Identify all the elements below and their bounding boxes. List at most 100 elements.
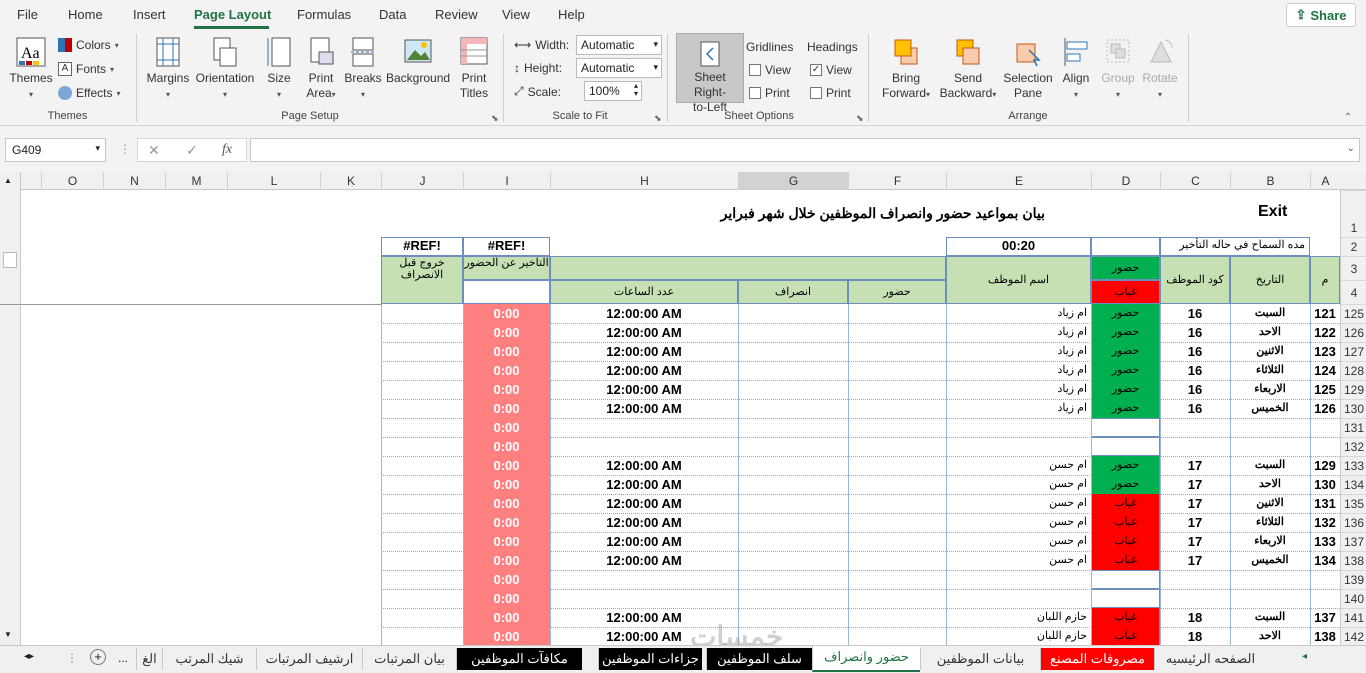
status-cell[interactable]: حضور [1091,361,1160,380]
collapse-ribbon-icon[interactable]: ⌃ [1344,112,1352,123]
row-header[interactable]: 136 [1341,513,1366,532]
late-cell[interactable]: 0:00 [463,513,550,532]
size-button[interactable]: Size ▾ [264,36,294,102]
sheet-tab[interactable]: بيانات الموظفين [920,648,1040,670]
late-cell[interactable]: 0:00 [463,532,550,551]
serial-cell[interactable]: 125 [1310,380,1340,399]
row-header[interactable]: 133 [1341,456,1366,475]
hours-cell[interactable]: 12:00:00 AM [550,304,738,323]
status-cell[interactable]: حضور [1091,456,1160,475]
sheet-tab[interactable]: الصفحه الرئيسيه [1154,648,1266,670]
hours-cell[interactable]: 12:00:00 AM [550,399,738,418]
status-cell[interactable]: غياب [1091,627,1160,646]
serial-cell[interactable]: 132 [1310,513,1340,532]
exit-button[interactable]: Exit [1258,203,1308,221]
headings-print-checkbox[interactable]: Print [810,86,851,100]
serial-cell[interactable] [1310,570,1340,589]
row-header[interactable]: 1 [1341,190,1366,237]
row-header[interactable]: 130 [1341,399,1366,418]
row-header[interactable]: 128 [1341,361,1366,380]
cancel-icon[interactable]: ✕ [148,142,160,159]
row-header[interactable]: 126 [1341,323,1366,342]
scroll-down-icon[interactable]: ▼ [4,630,12,639]
day-cell[interactable]: الخميس [1230,551,1310,570]
employee-code-cell[interactable]: 18 [1160,627,1230,646]
employee-name-cell[interactable]: ام حسن [946,475,1091,494]
bring-forward-button[interactable]: Bring Forward▾ [880,36,932,102]
align-button[interactable]: Align ▾ [1058,36,1094,102]
row-header[interactable]: 134 [1341,475,1366,494]
late-cell[interactable]: 0:00 [463,589,550,608]
insert-function-icon[interactable]: fx [222,142,232,158]
selection-pane-button[interactable]: Selection Pane [1002,36,1054,101]
serial-cell[interactable]: 121 [1310,304,1340,323]
select-all-corner[interactable] [21,172,41,190]
empty-cell[interactable] [463,280,550,304]
employee-code-cell[interactable]: 16 [1160,323,1230,342]
employee-name-cell[interactable]: ام حسن [946,551,1091,570]
row-header[interactable]: 140 [1341,589,1366,608]
sheet-tab[interactable]: شيك المرتب [162,648,256,670]
scale-launcher-icon[interactable]: ⬊ [654,113,662,124]
day-cell[interactable]: الاربعاء [1230,380,1310,399]
late-cell[interactable]: 0:00 [463,361,550,380]
status-cell[interactable]: حضور [1091,475,1160,494]
employee-code-cell[interactable]: 17 [1160,551,1230,570]
stepper-arrows-icon[interactable]: ▴ ▾ [634,82,638,98]
sheet-tab[interactable]: جزاءات الموظفين [598,648,702,670]
breaks-button[interactable]: Breaks ▾ [344,36,382,102]
ref-error-cell[interactable]: #REF! [381,237,463,256]
employee-name-cell[interactable]: ام حسن [946,513,1091,532]
employee-code-cell[interactable]: 17 [1160,532,1230,551]
tab-help[interactable]: Help [558,7,585,22]
colors-button[interactable]: Colors ▾ [58,38,119,52]
serial-cell[interactable]: 130 [1310,475,1340,494]
send-backward-button[interactable]: Send Backward▾ [936,36,1000,102]
employee-code-cell[interactable]: 17 [1160,494,1230,513]
day-cell[interactable]: السبت [1230,608,1310,627]
vertical-scrollbar[interactable]: ▲ ▼ [0,172,21,645]
row-header[interactable]: 141 [1341,608,1366,627]
late-cell[interactable]: 0:00 [463,608,550,627]
row-header[interactable]: 2 [1341,237,1366,256]
status-cell[interactable]: غياب [1091,494,1160,513]
page-setup-launcher-icon[interactable]: ⬊ [491,113,499,124]
grace-period-value[interactable]: 00:20 [946,237,1091,256]
column-header[interactable]: C [1160,172,1230,190]
serial-cell[interactable]: 137 [1310,608,1340,627]
column-header[interactable]: E [946,172,1091,190]
headings-view-checkbox[interactable]: ✓ View [810,63,852,77]
late-cell[interactable]: 0:00 [463,627,550,646]
status-cell[interactable]: حضور [1091,323,1160,342]
day-cell[interactable] [1230,437,1310,456]
employee-code-cell[interactable]: 16 [1160,304,1230,323]
status-cell[interactable]: حضور [1091,304,1160,323]
employee-name-cell[interactable] [946,589,1091,608]
status-cell[interactable] [1091,437,1160,456]
status-cell[interactable]: حضور [1091,342,1160,361]
gridlines-view-checkbox[interactable]: View [749,63,791,77]
day-cell[interactable]: الاحد [1230,475,1310,494]
employee-name-cell[interactable]: ام زياد [946,399,1091,418]
employee-code-cell[interactable]: 16 [1160,399,1230,418]
hours-cell[interactable]: 12:00:00 AM [550,532,738,551]
late-cell[interactable]: 0:00 [463,551,550,570]
late-cell[interactable]: 0:00 [463,304,550,323]
sheet-right-to-left-button[interactable]: Sheet Right-to-Left [676,33,744,114]
serial-cell[interactable]: 134 [1310,551,1340,570]
serial-cell[interactable] [1310,589,1340,608]
employee-code-cell[interactable]: 17 [1160,513,1230,532]
serial-cell[interactable]: 129 [1310,456,1340,475]
share-button[interactable]: ⇪ Share [1286,3,1356,27]
hours-cell[interactable]: 12:00:00 AM [550,475,738,494]
background-button[interactable]: Background [386,36,450,86]
employee-code-cell[interactable]: 17 [1160,456,1230,475]
day-cell[interactable]: السبت [1230,456,1310,475]
employee-name-cell[interactable]: ام زياد [946,380,1091,399]
height-select[interactable]: Automatic ▾ [576,58,662,78]
row-header[interactable]: 132 [1341,437,1366,456]
row-header[interactable]: 3 [1341,256,1366,280]
tab-file[interactable]: File [17,7,38,22]
hours-cell[interactable]: 12:00:00 AM [550,361,738,380]
employee-name-cell[interactable]: حازم اللبان [946,608,1091,627]
